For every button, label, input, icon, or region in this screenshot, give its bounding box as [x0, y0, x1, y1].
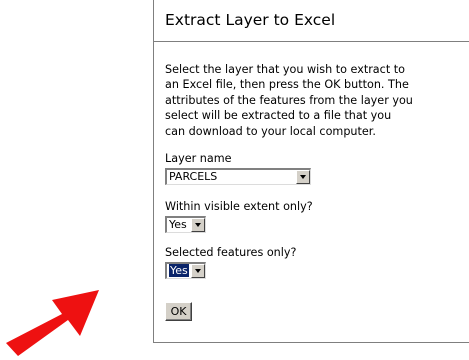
- description-line: can download to your local computer.: [165, 124, 376, 138]
- selected-features-select[interactable]: Yes: [165, 262, 206, 279]
- visible-extent-value: Yes: [169, 218, 187, 231]
- dropdown-arrow-icon: [195, 223, 201, 227]
- panel-title: Extract Layer to Excel: [165, 11, 336, 29]
- dropdown-arrow-icon: [195, 269, 201, 273]
- description-line: an Excel file, then press the OK button.…: [165, 78, 409, 92]
- visible-extent-dropdown-button[interactable]: [191, 218, 205, 232]
- description-line: Select the layer that you wish to extrac…: [165, 63, 405, 76]
- extract-layer-panel: Extract Layer to Excel Select the layer …: [153, 0, 469, 343]
- layer-name-dropdown-button[interactable]: [296, 170, 310, 184]
- dropdown-arrow-icon: [300, 175, 306, 179]
- panel-description: Select the layer that you wish to extrac…: [165, 62, 465, 139]
- description-line: attributes of the features from the laye…: [165, 93, 413, 107]
- selected-features-value-text: Yes: [168, 264, 190, 278]
- description-line: select will be extracted to a file that …: [165, 109, 392, 123]
- selected-features-value: Yes: [167, 264, 191, 278]
- visible-extent-label: Within visible extent only?: [165, 200, 313, 213]
- selected-features-label: Selected features only?: [165, 246, 297, 259]
- red-arrow-shape: [6, 290, 99, 356]
- ok-button[interactable]: OK: [165, 302, 192, 321]
- layer-name-value: PARCELS: [169, 170, 218, 183]
- layer-name-select[interactable]: PARCELS: [165, 168, 311, 185]
- layer-name-label: Layer name: [165, 152, 232, 165]
- title-divider: [154, 41, 469, 42]
- visible-extent-select[interactable]: Yes: [165, 216, 206, 233]
- selected-features-dropdown-button[interactable]: [191, 264, 205, 278]
